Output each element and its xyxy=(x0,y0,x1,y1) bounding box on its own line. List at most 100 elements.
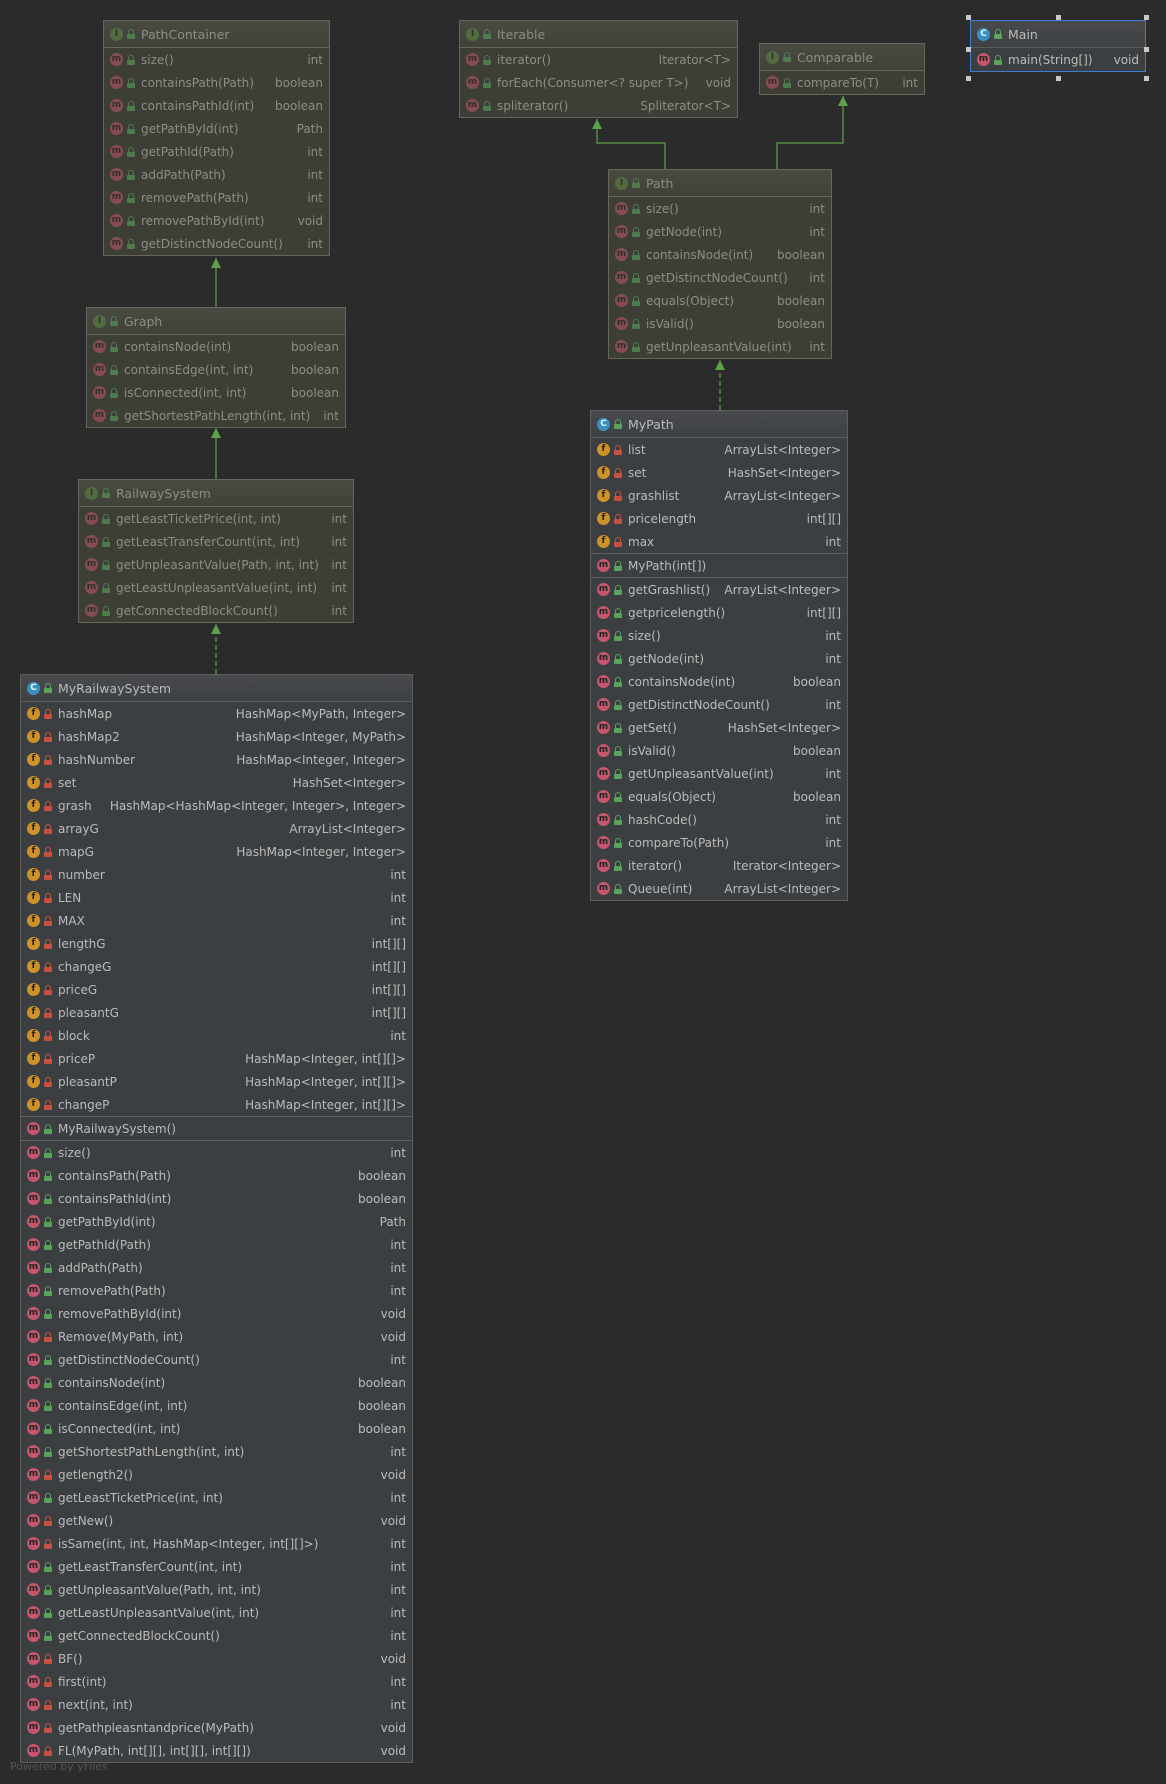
method-row[interactable]: m addPath(Path) int xyxy=(104,163,329,186)
method-row[interactable]: m removePath(Path) int xyxy=(104,186,329,209)
class-header[interactable]: I PathContainer xyxy=(104,21,329,48)
method-row[interactable]: m getDistinctNodeCount() int xyxy=(591,693,847,716)
field-row[interactable]: f number int xyxy=(21,863,412,886)
method-row[interactable]: m getConnectedBlockCount() int xyxy=(21,1624,412,1647)
method-row[interactable]: m getpricelength() int[][] xyxy=(591,601,847,624)
method-row[interactable]: m getLeastTicketPrice(int, int) int xyxy=(21,1486,412,1509)
class-box-myrailwaysystem[interactable]: C MyRailwaySystem f hashMap HashMap<MyPath, … xyxy=(20,674,413,1763)
method-row[interactable]: m size() int xyxy=(104,48,329,71)
method-row[interactable]: m getGrashlist() ArrayList<Integer> xyxy=(591,577,847,601)
method-row[interactable]: m containsPath(Path) boolean xyxy=(21,1164,412,1187)
method-row[interactable]: m isConnected(int, int) boolean xyxy=(87,381,345,404)
field-row[interactable]: f pricelength int[][] xyxy=(591,507,847,530)
method-row[interactable]: m equals(Object) boolean xyxy=(591,785,847,808)
method-row[interactable]: m getPathpleasntandprice(MyPath) void xyxy=(21,1716,412,1739)
method-row[interactable]: m getNode(int) int xyxy=(609,220,831,243)
method-row[interactable]: m containsEdge(int, int) boolean xyxy=(87,358,345,381)
method-row[interactable]: m size() int xyxy=(21,1140,412,1164)
field-row[interactable]: f block int xyxy=(21,1024,412,1047)
method-row[interactable]: m getShortestPathLength(int, int) int xyxy=(87,404,345,427)
method-row[interactable]: m isSame(int, int, HashMap<Integer, int[]… xyxy=(21,1532,412,1555)
method-row[interactable]: m main(String[]) void xyxy=(971,48,1145,71)
method-row[interactable]: m containsPathId(int) boolean xyxy=(21,1187,412,1210)
method-row[interactable]: m removePathById(int) void xyxy=(104,209,329,232)
method-row[interactable]: m getConnectedBlockCount() int xyxy=(79,599,353,622)
field-row[interactable]: f set HashSet<Integer> xyxy=(591,461,847,484)
field-row[interactable]: f MAX int xyxy=(21,909,412,932)
field-row[interactable]: f hashMap2 HashMap<Integer, MyPath> xyxy=(21,725,412,748)
method-row[interactable]: m next(int, int) int xyxy=(21,1693,412,1716)
class-box-comparable[interactable]: I Comparable m compareTo(T) int xyxy=(759,43,925,95)
class-header[interactable]: C Main xyxy=(971,21,1145,48)
method-row[interactable]: m getNew() void xyxy=(21,1509,412,1532)
class-header[interactable]: I RailwaySystem xyxy=(79,480,353,507)
method-row[interactable]: m hashCode() int xyxy=(591,808,847,831)
field-row[interactable]: f changeP HashMap<Integer, int[][]> xyxy=(21,1093,412,1116)
selection-handle[interactable] xyxy=(1144,47,1149,52)
method-row[interactable]: m isConnected(int, int) boolean xyxy=(21,1417,412,1440)
field-row[interactable]: f changeG int[][] xyxy=(21,955,412,978)
method-row[interactable]: m getPathById(int) Path xyxy=(21,1210,412,1233)
method-row[interactable]: m Queue(int) ArrayList<Integer> xyxy=(591,877,847,900)
class-box-pathcontainer[interactable]: I PathContainer m size() int m containsPath(Pa… xyxy=(103,20,330,256)
method-row[interactable]: m addPath(Path) int xyxy=(21,1256,412,1279)
constructor-row[interactable]: m MyPath(int[]) xyxy=(591,553,847,577)
method-row[interactable]: m getUnpleasantValue(Path, int, int) int xyxy=(21,1578,412,1601)
method-row[interactable]: m getDistinctNodeCount() int xyxy=(609,266,831,289)
method-row[interactable]: m getLeastUnpleasantValue(int, int) int xyxy=(21,1601,412,1624)
method-row[interactable]: m containsNode(int) boolean xyxy=(609,243,831,266)
field-row[interactable]: f set HashSet<Integer> xyxy=(21,771,412,794)
class-header[interactable]: I Iterable xyxy=(460,21,737,48)
method-row[interactable]: m getLeastTransferCount(int, int) int xyxy=(79,530,353,553)
method-row[interactable]: m Remove(MyPath, int) void xyxy=(21,1325,412,1348)
method-row[interactable]: m compareTo(T) int xyxy=(760,71,924,94)
method-row[interactable]: m equals(Object) boolean xyxy=(609,289,831,312)
method-row[interactable]: m first(int) int xyxy=(21,1670,412,1693)
class-box-railwaysystem[interactable]: I RailwaySystem m getLeastTicketPrice(int, … xyxy=(78,479,354,623)
method-row[interactable]: m containsPathId(int) boolean xyxy=(104,94,329,117)
method-row[interactable]: m size() int xyxy=(591,624,847,647)
selection-handle[interactable] xyxy=(1144,15,1149,20)
field-row[interactable]: f arrayG ArrayList<Integer> xyxy=(21,817,412,840)
field-row[interactable]: f priceG int[][] xyxy=(21,978,412,1001)
class-box-path[interactable]: I Path m size() int m getNode(int) int m contains… xyxy=(608,169,832,359)
field-row[interactable]: f lengthG int[][] xyxy=(21,932,412,955)
field-row[interactable]: f list ArrayList<Integer> xyxy=(591,438,847,461)
method-row[interactable]: m forEach(Consumer<? super T>) void xyxy=(460,71,737,94)
method-row[interactable]: m size() int xyxy=(609,197,831,220)
method-row[interactable]: m BF() void xyxy=(21,1647,412,1670)
selection-handle[interactable] xyxy=(966,76,971,81)
class-header[interactable]: I Graph xyxy=(87,308,345,335)
method-row[interactable]: m isValid() boolean xyxy=(591,739,847,762)
method-row[interactable]: m compareTo(Path) int xyxy=(591,831,847,854)
field-row[interactable]: f mapG HashMap<Integer, Integer> xyxy=(21,840,412,863)
class-box-iterable[interactable]: I Iterable m iterator() Iterator<T> m forEach(… xyxy=(459,20,738,118)
method-row[interactable]: m removePath(Path) int xyxy=(21,1279,412,1302)
method-row[interactable]: m iterator() Iterator<Integer> xyxy=(591,854,847,877)
class-box-mypath[interactable]: C MyPath f list ArrayList<Integer> f set HashSe… xyxy=(590,410,848,901)
class-box-graph[interactable]: I Graph m containsNode(int) boolean m contains… xyxy=(86,307,346,428)
field-row[interactable]: f max int xyxy=(591,530,847,553)
method-row[interactable]: m getUnpleasantValue(int) int xyxy=(591,762,847,785)
method-row[interactable]: m getShortestPathLength(int, int) int xyxy=(21,1440,412,1463)
method-row[interactable]: m getLeastTransferCount(int, int) int xyxy=(21,1555,412,1578)
field-row[interactable]: f grashlist ArrayList<Integer> xyxy=(591,484,847,507)
method-row[interactable]: m getUnpleasantValue(Path, int, int) int xyxy=(79,553,353,576)
method-row[interactable]: m containsPath(Path) boolean xyxy=(104,71,329,94)
class-header[interactable]: I Comparable xyxy=(760,44,924,71)
class-header[interactable]: I Path xyxy=(609,170,831,197)
class-header[interactable]: C MyRailwaySystem xyxy=(21,675,412,702)
method-row[interactable]: m getDistinctNodeCount() int xyxy=(21,1348,412,1371)
method-row[interactable]: m getPathById(int) Path xyxy=(104,117,329,140)
class-header[interactable]: C MyPath xyxy=(591,411,847,438)
field-row[interactable]: f grash HashMap<HashMap<Integer, Integer>,… xyxy=(21,794,412,817)
field-row[interactable]: f hashNumber HashMap<Integer, Integer> xyxy=(21,748,412,771)
method-row[interactable]: m iterator() Iterator<T> xyxy=(460,48,737,71)
method-row[interactable]: m FL(MyPath, int[][], int[][], int[][]) vo… xyxy=(21,1739,412,1762)
method-row[interactable]: m getDistinctNodeCount() int xyxy=(104,232,329,255)
method-row[interactable]: m getLeastUnpleasantValue(int, int) int xyxy=(79,576,353,599)
field-row[interactable]: f hashMap HashMap<MyPath, Integer> xyxy=(21,702,412,725)
method-row[interactable]: m getPathId(Path) int xyxy=(104,140,329,163)
class-box-main[interactable]: C Main m main(String[]) void xyxy=(970,20,1146,72)
field-row[interactable]: f pleasantG int[][] xyxy=(21,1001,412,1024)
